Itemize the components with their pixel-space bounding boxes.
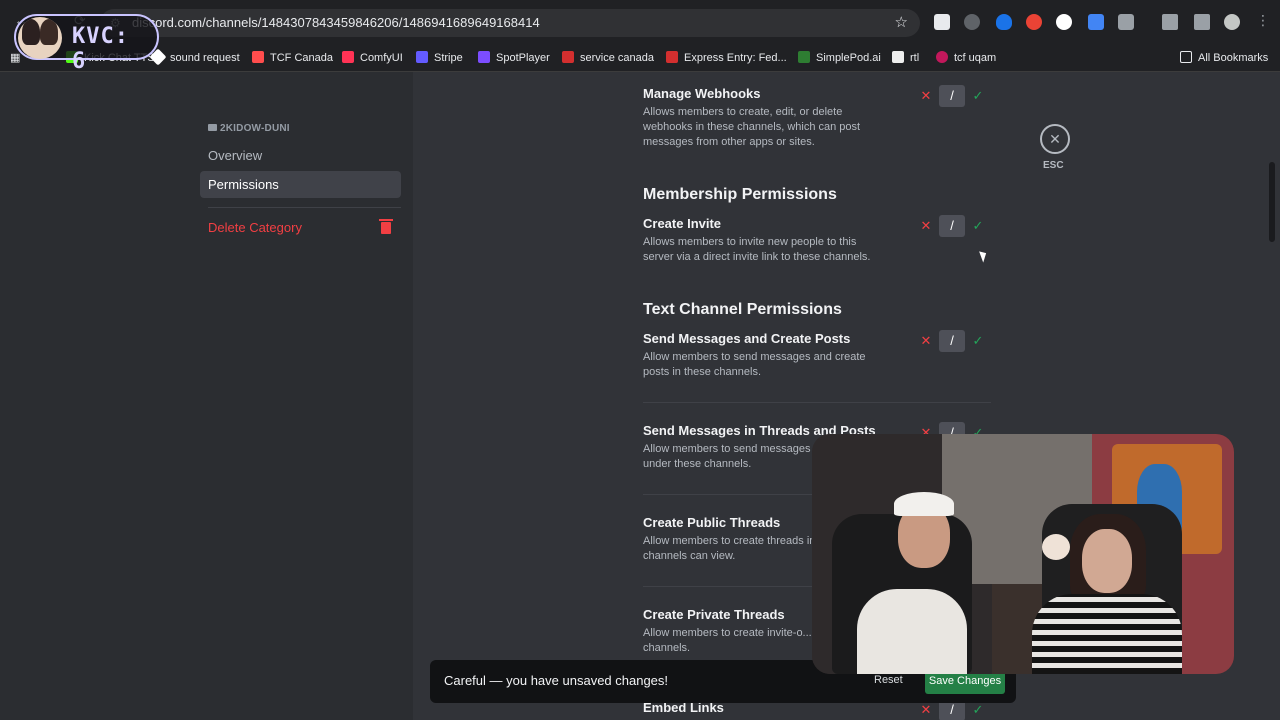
tcf-icon xyxy=(252,51,264,63)
scrollbar-thumb[interactable] xyxy=(1269,162,1275,242)
bookmark-stripe[interactable]: Stripe xyxy=(416,44,463,72)
webcam-cap xyxy=(894,492,954,516)
bookmark-tcf-canada[interactable]: TCF Canada xyxy=(252,44,333,72)
unsaved-warning-text: Careful — you have unsaved changes! xyxy=(444,673,669,688)
bookmark-label: ComfyUI xyxy=(360,52,403,64)
bookmark-simplepod[interactable]: SimplePod.ai xyxy=(798,44,881,72)
bookmark-sound-request[interactable]: sound request xyxy=(149,44,240,72)
bookmark-label: Express Entry: Fed... xyxy=(684,52,787,64)
perm-toggle-create-invite: ✕ / ✓ xyxy=(915,215,995,237)
deny-icon[interactable]: ✕ xyxy=(915,85,937,107)
perm-desc-send-messages: Allow members to send messages and creat… xyxy=(643,351,866,378)
bookmark-label: Stripe xyxy=(434,52,463,64)
sidebar-item-permissions[interactable]: Permissions xyxy=(200,171,401,198)
all-bookmarks-label: All Bookmarks xyxy=(1198,52,1269,64)
profile-avatar-icon[interactable] xyxy=(1224,14,1240,30)
play-extension-icon[interactable] xyxy=(1056,14,1072,30)
sidebar-item-label: Overview xyxy=(208,148,263,163)
red-extension-icon[interactable] xyxy=(1026,14,1042,30)
neutral-icon[interactable]: / xyxy=(939,215,965,237)
sidebar-item-label: Permissions xyxy=(208,177,279,192)
menu-kebab-icon[interactable]: ⋮ xyxy=(1256,12,1270,29)
perm-title-private-threads: Create Private Threads xyxy=(643,607,785,622)
bookmark-comfyui[interactable]: ComfyUI xyxy=(342,44,403,72)
category-name: 2KIDOW-DUNI xyxy=(220,123,290,134)
bookmark-label: tcf uqam xyxy=(954,52,997,64)
neutral-icon[interactable]: / xyxy=(939,85,965,107)
bookmark-label: SimplePod.ai xyxy=(816,52,881,64)
allow-icon[interactable]: ✓ xyxy=(967,85,989,107)
sidebar-item-overview[interactable]: Overview xyxy=(200,142,401,169)
deny-icon[interactable]: ✕ xyxy=(915,215,937,237)
ai-icon xyxy=(892,51,904,63)
reading-list-icon[interactable] xyxy=(1194,14,1210,30)
perm-toggle-manage-webhooks: ✕ / ✓ xyxy=(915,85,995,107)
reset-button[interactable]: Reset xyxy=(874,674,903,686)
perm-title-create-invite: Create Invite xyxy=(643,216,722,231)
all-bookmarks-folder[interactable]: All Bookmarks xyxy=(1180,44,1268,72)
address-bar[interactable]: ⚙ discord.com/channels/14843078434598462… xyxy=(100,9,920,37)
perm-toggle-send-messages: ✕ / ✓ xyxy=(915,330,995,352)
webcam-person-right xyxy=(1032,594,1182,674)
bookmark-label: TCF Canada xyxy=(270,52,333,64)
kvc-overlay: KVC: 6 xyxy=(14,14,159,74)
overlay-avatar xyxy=(18,17,62,59)
sidebar-divider xyxy=(208,207,401,208)
settings-sidebar: 2KIDOW-DUNI Overview Permissions Delete … xyxy=(0,72,413,720)
bookmark-rtl[interactable]: rtl xyxy=(892,44,919,72)
bookmark-express-entry[interactable]: Express Entry: Fed... xyxy=(666,44,787,72)
extensions-puzzle-icon[interactable] xyxy=(1118,14,1134,30)
kvc-counter: KVC: 6 xyxy=(72,24,129,74)
bookmark-label: service canada xyxy=(580,52,654,64)
bookmark-tcf-uqam[interactable]: tcf uqam xyxy=(936,44,996,72)
stripe-icon xyxy=(416,51,428,63)
allow-icon[interactable]: ✓ xyxy=(967,215,989,237)
delete-category-button[interactable]: Delete Category xyxy=(200,214,401,241)
close-button[interactable]: ✕ xyxy=(1040,124,1070,154)
section-text-channel-permissions: Text Channel Permissions xyxy=(643,301,842,318)
uqam-icon xyxy=(936,51,948,63)
spotplayer-icon xyxy=(478,51,490,63)
perm-divider xyxy=(643,402,991,403)
perm-title-public-threads: Create Public Threads xyxy=(643,515,781,530)
esc-label: ESC xyxy=(1043,160,1064,171)
deny-icon[interactable]: ✕ xyxy=(915,330,937,352)
browser-toolbar: ← ⟳ ⚙ discord.com/channels/1484307843459… xyxy=(0,0,1280,44)
bookmark-service-canada[interactable]: service canada xyxy=(562,44,654,72)
simplepod-icon xyxy=(798,51,810,63)
category-title: 2KIDOW-DUNI xyxy=(208,123,290,134)
bookmark-star-icon[interactable]: ☆ xyxy=(895,9,908,37)
webcam-person-left xyxy=(857,589,967,674)
microphone-icon[interactable] xyxy=(964,14,980,30)
calendar-extension-icon[interactable] xyxy=(1088,14,1104,30)
bookmark-label: SpotPlayer xyxy=(496,52,550,64)
perm-desc-manage-webhooks: Allows members to create, edit, or delet… xyxy=(643,106,861,148)
perm-title-send-messages: Send Messages and Create Posts xyxy=(643,331,851,346)
webcam-plush xyxy=(1042,534,1070,560)
mouse-cursor xyxy=(979,249,989,263)
maple-leaf-icon xyxy=(562,51,574,63)
bookmark-label: rtl xyxy=(910,52,920,64)
allow-icon[interactable]: ✓ xyxy=(967,330,989,352)
perm-title-manage-webhooks: Manage Webhooks xyxy=(643,86,761,101)
qr-code-icon[interactable] xyxy=(934,14,950,30)
shield-extension-icon[interactable] xyxy=(996,14,1012,30)
section-membership-permissions: Membership Permissions xyxy=(643,186,837,203)
url-text: discord.com/channels/1484307843459846206… xyxy=(132,15,540,30)
webcam-person-right-head xyxy=(1082,529,1132,593)
neutral-icon[interactable]: / xyxy=(939,330,965,352)
maple-leaf-icon xyxy=(666,51,678,63)
bookmarks-bar: ▦ Kick Chat TTS sound request TCF Canada… xyxy=(0,44,1280,72)
folder-icon xyxy=(1180,51,1192,63)
trash-icon xyxy=(379,219,393,234)
youtube-icon xyxy=(342,51,354,63)
close-icon: ✕ xyxy=(1049,131,1061,147)
download-icon[interactable] xyxy=(1162,14,1178,30)
delete-label: Delete Category xyxy=(208,220,302,235)
folder-icon xyxy=(208,124,217,131)
webcam-overlay xyxy=(812,434,1234,674)
perm-desc-create-invite: Allows members to invite new people to t… xyxy=(643,236,871,263)
bookmark-label: sound request xyxy=(170,52,240,64)
bookmark-spotplayer[interactable]: SpotPlayer xyxy=(478,44,550,72)
